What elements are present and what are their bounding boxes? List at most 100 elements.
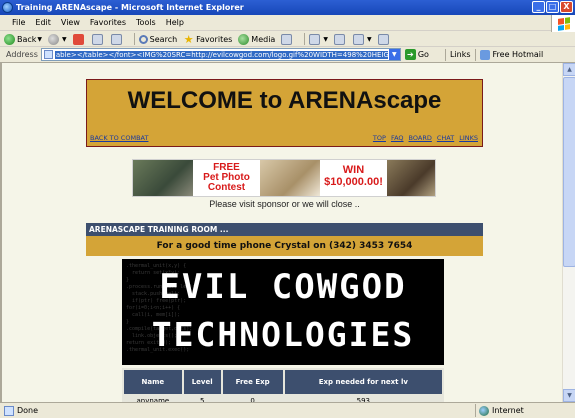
- refresh-button[interactable]: [91, 33, 105, 45]
- nav-links-link[interactable]: LINKS: [459, 134, 478, 142]
- banner-win: WIN: [342, 164, 365, 176]
- dog-photo: [133, 160, 193, 196]
- links-separator: [474, 48, 476, 61]
- minimize-button[interactable]: _: [532, 1, 545, 13]
- search-label: Search: [149, 34, 178, 44]
- menu-tools[interactable]: Tools: [136, 18, 156, 27]
- favorites-label: Favorites: [196, 34, 233, 44]
- sponsor-banner[interactable]: FREE Pet Photo Contest WIN $10,000.00!: [132, 159, 436, 197]
- menu-view[interactable]: View: [61, 18, 80, 27]
- windows-logo-icon: [551, 15, 575, 32]
- evil-cowgod-logo: .thermal_unit(x,y) { return set(x*y); } …: [122, 259, 444, 365]
- mail-button[interactable]: ▼: [309, 33, 328, 45]
- table-header-row: Name Level Free Exp Exp needed for next …: [124, 370, 442, 394]
- menu-favorites[interactable]: Favorites: [90, 18, 126, 27]
- address-field[interactable]: able></table></font><IMG%20SRC=http://ev…: [40, 48, 401, 61]
- page-icon: [43, 50, 53, 59]
- training-room-header: ARENASCAPE TRAINING ROOM ...: [86, 223, 483, 236]
- nav-chat-link[interactable]: CHAT: [437, 134, 454, 142]
- go-label: Go: [417, 50, 429, 59]
- vertical-scrollbar[interactable]: ▲ ▼: [562, 63, 575, 402]
- discuss-icon: [377, 33, 389, 45]
- back-button[interactable]: Back ▼: [4, 33, 42, 45]
- banner-free-text: FREE Pet Photo Contest: [193, 160, 260, 196]
- go-button[interactable]: ➔ Go: [404, 49, 429, 60]
- scroll-thumb[interactable]: [563, 77, 575, 267]
- stop-button[interactable]: [72, 33, 86, 45]
- home-button[interactable]: [110, 33, 124, 45]
- back-to-combat-link[interactable]: BACK TO COMBAT: [90, 134, 148, 142]
- menu-file[interactable]: File: [12, 18, 25, 27]
- address-label: Address: [6, 50, 38, 59]
- word-icon: [352, 33, 364, 45]
- search-icon: [138, 34, 148, 44]
- forward-button[interactable]: ▼: [48, 33, 67, 45]
- address-bar: Address able></table></font><IMG%20SRC=h…: [0, 47, 575, 63]
- home-icon: [110, 33, 122, 45]
- banner-amount: $10,000.00!: [324, 176, 383, 188]
- address-dropdown-button[interactable]: ▼: [388, 49, 400, 60]
- discuss-button[interactable]: [377, 33, 391, 45]
- phone-banner: For a good time phone Crystal on (342) 3…: [86, 236, 483, 256]
- page-title: WELCOME to ARENAscape: [127, 87, 442, 114]
- toolbar-separator: [304, 33, 306, 45]
- toolbar-separator: [133, 33, 135, 45]
- media-button[interactable]: Media: [238, 33, 275, 45]
- chevron-down-icon[interactable]: ▼: [323, 36, 328, 43]
- zone-label: Internet: [492, 406, 524, 415]
- page-icon: [4, 405, 14, 416]
- nav-board-link[interactable]: BOARD: [409, 134, 432, 142]
- logo-line-1: EVIL COWGOD: [159, 267, 407, 307]
- star-icon: ★: [183, 32, 194, 46]
- back-arrow-icon: [4, 33, 15, 45]
- search-button[interactable]: Search: [138, 34, 178, 44]
- cat-photo: [387, 160, 435, 196]
- col-level: Level: [183, 370, 221, 394]
- stats-table: Name Level Free Exp Exp needed for next …: [122, 368, 444, 402]
- nav-top-link[interactable]: TOP: [373, 134, 386, 142]
- print-button[interactable]: [333, 33, 347, 45]
- go-arrow-icon: ➔: [404, 49, 416, 60]
- security-zone: Internet: [475, 404, 571, 417]
- hotmail-icon: [479, 49, 490, 60]
- window-title: Training ARENAscape - Microsoft Internet…: [16, 3, 244, 12]
- chevron-down-icon[interactable]: ▼: [367, 36, 372, 43]
- favorites-button[interactable]: ★ Favorites: [183, 32, 233, 46]
- chevron-down-icon[interactable]: ▼: [62, 36, 67, 43]
- globe-icon: [479, 405, 489, 416]
- title-bar: Training ARENAscape - Microsoft Internet…: [0, 0, 575, 15]
- links-label[interactable]: Links: [450, 50, 471, 59]
- status-bar: Done Internet: [0, 402, 575, 418]
- menu-edit[interactable]: Edit: [35, 18, 51, 27]
- mail-icon: [309, 33, 321, 45]
- chevron-down-icon[interactable]: ▼: [37, 36, 42, 43]
- address-url[interactable]: able></table></font><IMG%20SRC=http://ev…: [54, 50, 388, 59]
- stop-icon: [72, 33, 84, 45]
- scroll-up-button[interactable]: ▲: [563, 63, 575, 76]
- forward-arrow-icon: [48, 33, 60, 45]
- nav-faq-link[interactable]: FAQ: [391, 134, 404, 142]
- history-icon: [281, 33, 293, 45]
- menu-help[interactable]: Help: [166, 18, 184, 27]
- hotmail-link[interactable]: Free Hotmail: [493, 50, 544, 59]
- sponsor-text: Please visit sponsor or we will close ..: [209, 199, 360, 209]
- welcome-panel: WELCOME to ARENAscape BACK TO COMBAT TOP…: [86, 79, 483, 147]
- banner-contest-line2: Contest: [207, 182, 246, 193]
- close-button[interactable]: X: [560, 1, 573, 13]
- refresh-icon: [91, 33, 103, 45]
- window-controls: _ □ X: [532, 1, 573, 13]
- print-icon: [333, 33, 345, 45]
- links-bar: Links Free Hotmail: [441, 48, 544, 61]
- nav-links: TOP FAQ BOARD CHAT LINKS: [373, 134, 478, 142]
- menu-bar: File Edit View Favorites Tools Help: [0, 15, 575, 31]
- col-exp-needed: Exp needed for next lv: [284, 370, 442, 394]
- puppy-kitten-photo: [260, 160, 320, 196]
- history-button[interactable]: [281, 33, 294, 45]
- scroll-down-button[interactable]: ▼: [563, 389, 575, 402]
- edit-button[interactable]: ▼: [352, 33, 372, 45]
- col-name: Name: [124, 370, 182, 394]
- page-viewport: WELCOME to ARENAscape BACK TO COMBAT TOP…: [0, 63, 562, 402]
- col-free-exp: Free Exp: [222, 370, 283, 394]
- maximize-button[interactable]: □: [546, 1, 559, 13]
- banner-win-text: WIN $10,000.00!: [320, 160, 387, 196]
